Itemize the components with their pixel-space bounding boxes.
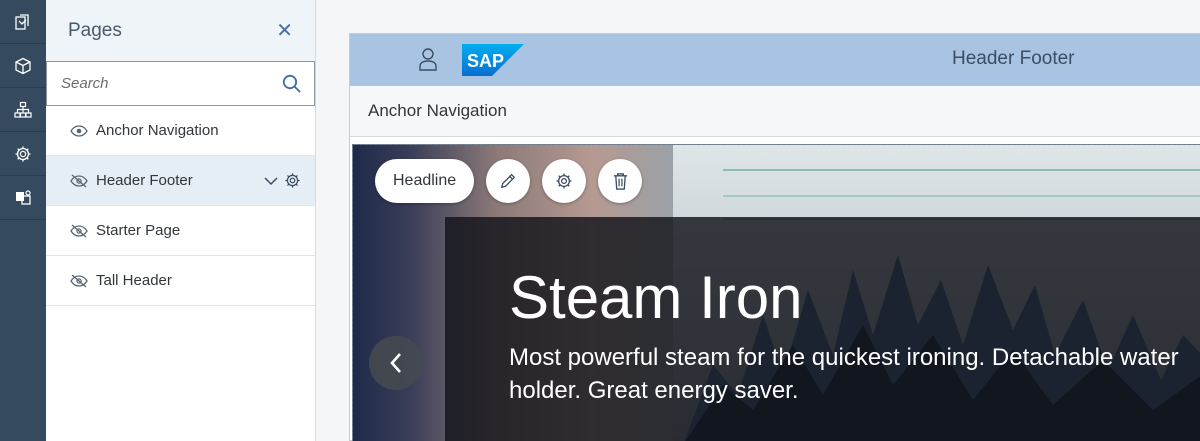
rail-pages-button[interactable]	[0, 0, 46, 44]
delete-icon	[613, 172, 627, 190]
settings-icon	[556, 173, 572, 189]
hero-description: Most powerful steam for the quickest iro…	[509, 344, 1179, 404]
eye-hidden-icon[interactable]	[70, 174, 88, 188]
page-item-label: Header Footer	[96, 172, 193, 189]
carousel-prev-button[interactable]	[369, 336, 423, 390]
hero-title: Steam Iron	[509, 264, 803, 331]
delete-button[interactable]	[598, 159, 643, 203]
search-input[interactable]	[61, 75, 282, 92]
anchor-navigation-label: Anchor Navigation	[368, 101, 507, 120]
rail-settings-button[interactable]	[0, 132, 46, 176]
page-item-anchor-navigation[interactable]: Anchor Navigation	[46, 106, 315, 156]
edit-button[interactable]	[486, 159, 531, 203]
pages-panel-title: Pages	[68, 19, 122, 41]
eye-icon[interactable]	[70, 124, 88, 138]
rail-hierarchy-button[interactable]	[0, 88, 46, 132]
edit-icon	[500, 173, 516, 189]
cube-icon	[15, 57, 31, 74]
app-header-title: Header Footer	[952, 48, 1075, 69]
settings-icon	[15, 146, 31, 161]
chart-gridline	[723, 169, 1200, 171]
page-item-label: Starter Page	[96, 222, 181, 239]
pages-panel: Pages ✕ Anchor Navigation Header Footer …	[46, 0, 316, 441]
user-icon[interactable]	[418, 47, 438, 71]
pages-panel-header: Pages ✕	[46, 0, 315, 61]
rail-components-button[interactable]	[0, 44, 46, 88]
eye-hidden-icon[interactable]	[70, 224, 88, 238]
chevron-left-icon	[390, 353, 401, 373]
page-item-label: Tall Header	[96, 272, 172, 289]
element-edit-toolbar: Headline	[375, 159, 643, 203]
close-icon[interactable]: ✕	[276, 21, 293, 41]
page-item-header-footer[interactable]: Header Footer	[46, 156, 315, 206]
chevron-down-icon[interactable]	[264, 176, 278, 186]
rail-theme-button[interactable]	[0, 176, 46, 220]
anchor-navigation-bar[interactable]: Anchor Navigation	[350, 86, 1200, 137]
app-header: SAP Header Footer	[350, 34, 1200, 86]
settings-icon[interactable]	[284, 172, 301, 189]
element-type-chip[interactable]: Headline	[375, 159, 475, 203]
page-search	[46, 61, 315, 106]
svg-text:SAP: SAP	[467, 51, 504, 71]
tool-rail	[0, 0, 46, 441]
page-item-tall-header[interactable]: Tall Header	[46, 256, 315, 306]
pages-icon	[15, 13, 29, 30]
page-preview: SAP Header Footer Anchor Navigation Stea…	[349, 33, 1200, 441]
theme-icon	[16, 189, 31, 205]
eye-hidden-icon[interactable]	[70, 274, 88, 288]
element-settings-button[interactable]	[542, 159, 587, 203]
hierarchy-icon	[14, 101, 32, 118]
page-item-tools	[264, 172, 301, 189]
sap-logo: SAP	[462, 44, 524, 76]
page-item-label: Anchor Navigation	[96, 122, 219, 139]
search-icon[interactable]	[282, 74, 302, 94]
page-item-starter-page[interactable]: Starter Page	[46, 206, 315, 256]
hero-carousel[interactable]: Steam Iron Most powerful steam for the q…	[352, 144, 1200, 441]
